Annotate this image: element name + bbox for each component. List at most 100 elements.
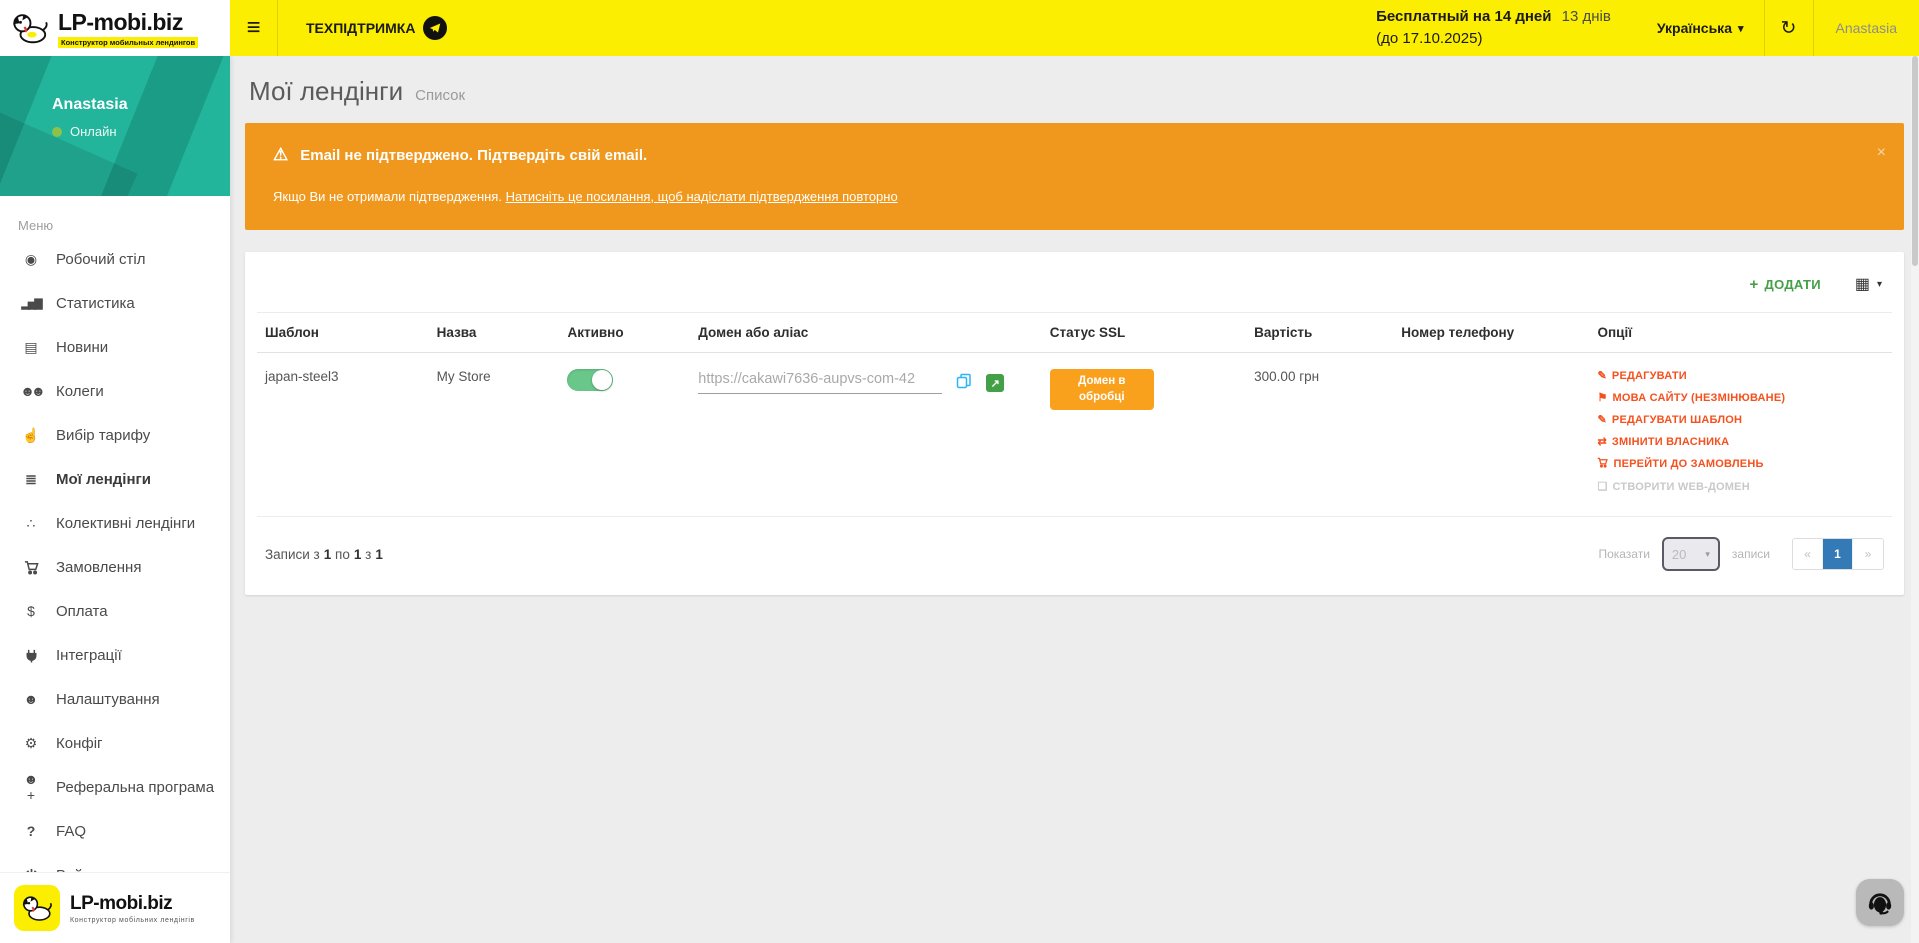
page-title: Мої лендінги [249,76,403,107]
sidebar-toggle-button[interactable]: ≡ [230,0,278,56]
bar-chart-icon: ▂▅▇ [20,297,42,310]
col-header-active[interactable]: Активно [559,313,690,353]
breadcrumb: Список [415,87,465,104]
sidebar-item-dashboard[interactable]: ◉ Робочий стіл [0,237,230,281]
sidebar-footer-logo[interactable]: LP-mobi.biz Конструктор мобільних лендін… [0,872,230,943]
option-label: РЕДАГУВАТИ [1612,370,1687,382]
edit-icon: ✎ [1597,369,1606,382]
sidebar-item-statistics[interactable]: ▂▅▇ Статистика [0,281,230,325]
top-header: LP-mobi.biz Конструктор мобильных лендин… [0,0,1919,56]
sidebar-item-colleagues[interactable]: ☻☻ Колеги [0,369,230,413]
sidebar-item-integrations[interactable]: Інтеграції [0,633,230,677]
alert-line2-text: Якщо Ви не отримали підтвердження. [273,189,506,204]
cart-icon [20,559,42,576]
col-header-domain[interactable]: Домен або аліас [690,313,1042,353]
sidebar-item-news[interactable]: ▤ Новини [0,325,230,369]
sidebar-item-label: Інтеграції [56,647,122,664]
refresh-button[interactable]: ↻ [1764,0,1814,56]
user-plus-icon: ☻+ [20,771,42,803]
user-menu[interactable]: Anastasia [1814,0,1919,56]
edit-option[interactable]: ✎ РЕДАГУВАТИ [1597,369,1884,382]
columns-dropdown[interactable]: ▦ ▾ [1855,274,1882,294]
app-logo[interactable]: LP-mobi.biz Конструктор мобильных лендин… [0,0,230,56]
change-owner-option[interactable]: ⇄ ЗМІНИТИ ВЛАСНИКА [1597,435,1884,448]
sidebar-item-label: Новини [56,339,108,356]
create-web-domain-option: ❏ СТВОРИТИ WEB-ДОМЕН [1597,480,1884,493]
cell-name: My Store [429,353,560,517]
page-size-value: 20 [1672,547,1686,562]
add-landing-button[interactable]: + ДОДАТИ [1749,276,1820,293]
resend-confirmation-link[interactable]: Натисніть це посилання, щоб надіслати пі… [506,189,898,204]
sidebar-menu: ◉ Робочий стіл ▂▅▇ Статистика ▤ Новини ☻… [0,237,230,897]
close-icon[interactable]: × [1877,145,1886,161]
go-to-orders-option[interactable]: ПЕРЕЙТИ ДО ЗАМОВЛЕНЬ [1597,457,1884,471]
col-header-template[interactable]: Шаблон [257,313,429,353]
option-label: СТВОРИТИ WEB-ДОМЕН [1613,481,1750,493]
option-label: РЕДАГУВАТИ ШАБЛОН [1612,414,1742,426]
col-header-price[interactable]: Вартість [1246,313,1393,353]
option-label: МОВА САЙТУ (НЕЗМІНЮВАНЕ) [1613,392,1786,404]
user-icon: ☻ [20,691,42,707]
footer-logo-subtitle: Конструктор мобільних лендінгів [70,917,195,924]
footer-logo-title: LP-mobi.biz [70,893,195,915]
domain-input[interactable] [698,369,942,394]
page-1-button[interactable]: 1 [1823,539,1853,569]
sidebar-item-tariff[interactable]: ☝ Вибір тарифу [0,413,230,457]
online-status-label: Онлайн [70,124,117,139]
copy-icon[interactable] [956,373,972,392]
records-summary: Записи з1 по1 з1 [265,547,383,562]
sidebar-item-my-landings[interactable]: ≣ Мої лендінги [0,457,230,501]
row-options: ✎ РЕДАГУВАТИ ⚑ МОВА САЙТУ (НЕЗМІНЮВАНЕ) … [1597,369,1884,493]
col-header-ssl[interactable]: Статус SSL [1042,313,1246,353]
site-language-option[interactable]: ⚑ МОВА САЙТУ (НЕЗМІНЮВАНЕ) [1597,391,1884,404]
scrollbar[interactable] [1911,56,1919,943]
hamburger-icon: ≡ [246,14,260,42]
question-icon: ? [20,823,42,839]
sidebar-item-orders[interactable]: Замовлення [0,545,230,589]
cell-phone [1393,353,1589,517]
support-link[interactable]: ТЕХПІДТРИМКА [278,0,475,56]
active-toggle[interactable] [567,369,613,391]
sidebar-item-referral[interactable]: ☻+ Реферальна програма [0,765,230,809]
col-header-options[interactable]: Опції [1589,313,1892,353]
col-header-name[interactable]: Назва [429,313,560,353]
edit-template-option[interactable]: ✎ РЕДАГУВАТИ ШАБЛОН [1597,413,1884,426]
yellow-header-bar: ≡ ТЕХПІДТРИМКА Бесплатный на 14 дней 13 … [230,0,1919,56]
trial-until-date: (до 17.10.2025) [1376,28,1611,50]
prev-page-button[interactable]: « [1793,539,1823,569]
sidebar-item-label: Колеги [56,383,104,400]
table-grid-icon: ▦ [1855,274,1870,294]
sidebar-item-label: Вибір тарифу [56,427,150,444]
sidebar-user-panel: Anastasia Онлайн [0,56,230,196]
language-selector[interactable]: Українська ▾ [1637,0,1764,56]
sidebar-item-label: Робочий стіл [56,251,146,268]
sidebar-user-name: Anastasia [52,96,230,114]
option-label: ПЕРЕЙТИ ДО ЗАМОВЛЕНЬ [1613,458,1763,470]
external-link-icon: ↗ [991,377,1000,390]
ssl-status-badge: Домен в обробці [1050,369,1154,410]
sidebar-item-payment[interactable]: $ Оплата [0,589,230,633]
users-icon: ☻☻ [20,383,42,399]
username-label: Anastasia [1836,20,1897,36]
dollar-icon: $ [20,603,42,619]
sidebar-item-label: Налаштування [56,691,160,708]
col-header-phone[interactable]: Номер телефону [1393,313,1589,353]
page-size-select[interactable]: 20 ▾ [1662,537,1720,571]
logo-subtitle: Конструктор мобильных лендингов [58,37,198,48]
sidebar-item-settings[interactable]: ☻ Налаштування [0,677,230,721]
open-landing-button[interactable]: ↗ [986,374,1004,392]
gears-icon: ⚙ [20,735,42,752]
sidebar-item-config[interactable]: ⚙ Конфіг [0,721,230,765]
cart-icon [1597,457,1608,471]
exchange-icon: ⇄ [1597,435,1606,448]
sidebar-item-faq[interactable]: ? FAQ [0,809,230,853]
warning-icon: ⚠ [273,145,288,165]
add-button-label: ДОДАТИ [1765,277,1821,292]
file-icon: ❏ [1597,480,1607,493]
share-icon: ∴ [20,515,42,532]
support-chat-button[interactable] [1856,879,1904,926]
sidebar-item-label: Оплата [56,603,108,620]
sidebar-item-collective-landings[interactable]: ∴ Колективні лендінги [0,501,230,545]
scrollbar-thumb[interactable] [1912,56,1918,266]
next-page-button[interactable]: » [1853,539,1883,569]
